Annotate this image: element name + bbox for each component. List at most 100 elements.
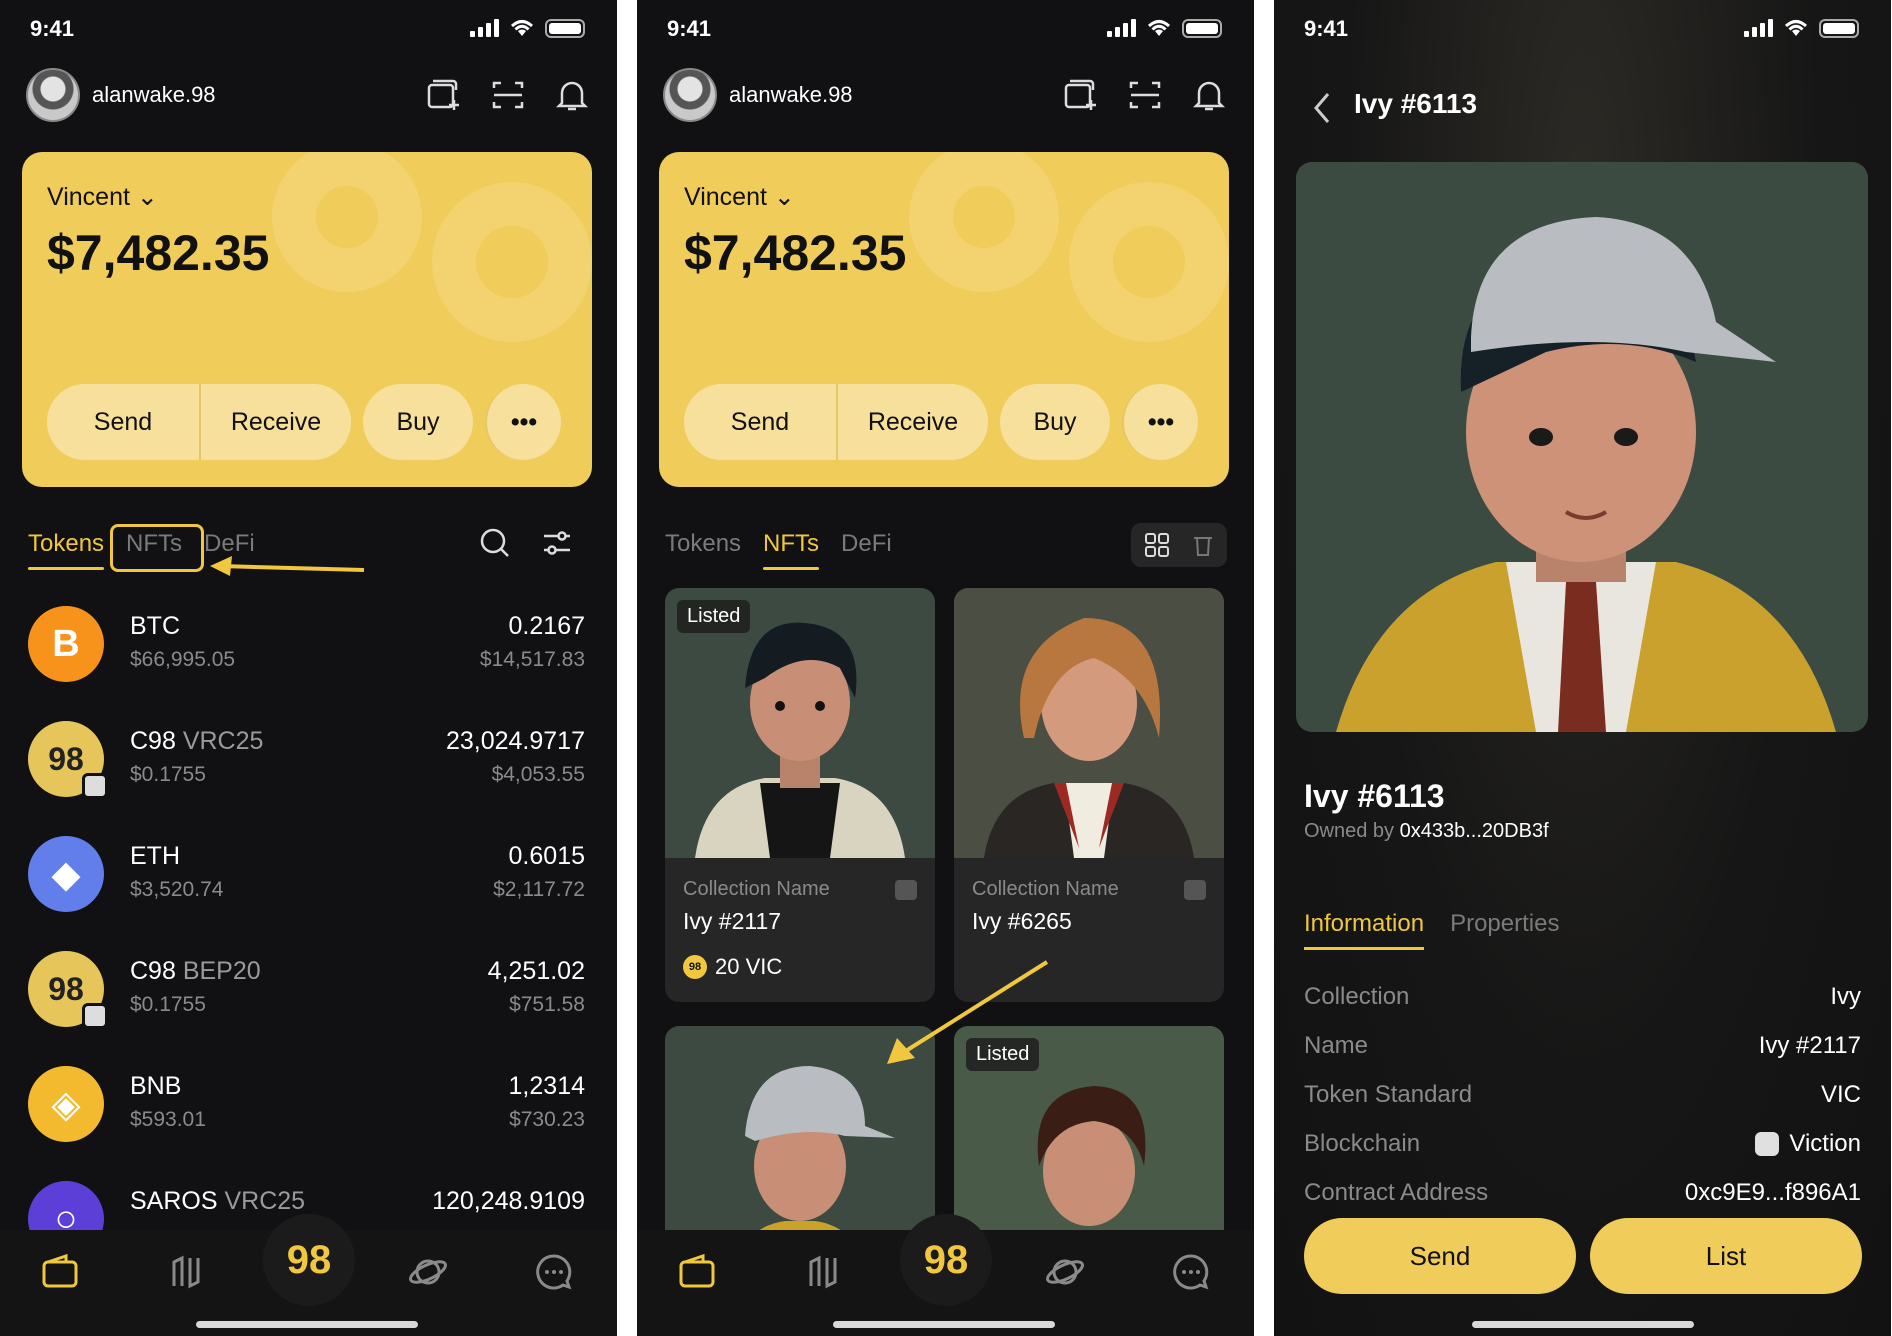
- info-row: Name Ivy #2117: [1304, 1032, 1861, 1059]
- send-button[interactable]: Send: [684, 384, 836, 460]
- tab-information[interactable]: Information: [1304, 910, 1425, 950]
- planet-icon[interactable]: [1043, 1250, 1087, 1294]
- token-row[interactable]: 98 C98 BEP20 $0.1755 4,251.02 $751.58: [26, 947, 585, 1033]
- token-value: $751.58: [509, 993, 585, 1016]
- token-price: $66,995.05: [130, 648, 236, 671]
- grid-view-icon[interactable]: [1143, 531, 1171, 559]
- bell-icon[interactable]: [1190, 76, 1228, 114]
- scan-icon[interactable]: [489, 76, 527, 114]
- battery-icon: [1182, 18, 1222, 38]
- token-price: $0.1755: [130, 763, 206, 786]
- token-amount: 1,2314: [508, 1072, 585, 1100]
- avatar[interactable]: [26, 68, 80, 122]
- token-logo-icon: ◆: [28, 836, 104, 912]
- annotation-arrow: [210, 556, 365, 576]
- home-98-icon[interactable]: 98: [900, 1214, 992, 1306]
- wallet-icon[interactable]: [38, 1250, 82, 1294]
- tab-defi[interactable]: DeFi: [841, 530, 892, 570]
- token-row[interactable]: ◈ BNB $593.01 1,2314 $730.23: [26, 1062, 585, 1148]
- avatar[interactable]: [663, 68, 717, 122]
- status-time: 9:41: [667, 16, 712, 41]
- chain-icon: [1184, 880, 1206, 900]
- planet-icon[interactable]: [406, 1250, 450, 1294]
- tab-tokens[interactable]: Tokens: [28, 530, 105, 570]
- buy-button[interactable]: Buy: [1000, 384, 1110, 460]
- wifi-icon: [510, 20, 534, 36]
- signal-icon: [1744, 19, 1773, 37]
- home-98-icon[interactable]: 98: [263, 1214, 355, 1306]
- status-bar: 9:41: [1274, 14, 1891, 44]
- token-amount: 4,251.02: [487, 957, 585, 985]
- contract-address[interactable]: 0xc9E9...f896A1: [1685, 1179, 1861, 1207]
- scan-icon[interactable]: [1126, 76, 1164, 114]
- screen-tokens: 9:41 alanwake.98 Vincent ⌄ $7,482.35 Sen…: [0, 0, 617, 1336]
- highlight-box: [110, 524, 204, 572]
- send-nft-button[interactable]: Send: [1304, 1218, 1576, 1294]
- nft-card[interactable]: Collection Name Ivy #6265: [954, 588, 1224, 1002]
- receive-button[interactable]: Receive: [836, 384, 988, 460]
- header: alanwake.98: [26, 68, 591, 122]
- filter-icon[interactable]: [540, 526, 574, 560]
- nft-card[interactable]: Listed Collection Name Ivy #2117 98 20 VI…: [665, 588, 935, 1002]
- status-bar: 9:41: [0, 14, 617, 44]
- account-selector[interactable]: Vincent ⌄: [47, 182, 158, 212]
- token-symbol: SAROS VRC25: [130, 1187, 306, 1215]
- token-price: $3,520.74: [130, 878, 224, 901]
- token-row[interactable]: ◆ ETH $3,520.74 0.6015 $2,117.72: [26, 832, 585, 918]
- nft-name: Ivy #6265: [972, 908, 1072, 934]
- more-button[interactable]: •••: [485, 384, 561, 460]
- token-amount: 23,024.9717: [445, 727, 585, 755]
- owner-address[interactable]: 0x433b...20DB3f: [1400, 820, 1549, 842]
- list-nft-button[interactable]: List: [1590, 1218, 1862, 1294]
- swap-icon[interactable]: [801, 1250, 845, 1294]
- token-amount: 0.6015: [508, 842, 585, 870]
- token-logo-icon: ◈: [28, 1066, 104, 1142]
- status-time: 9:41: [30, 16, 75, 41]
- view-toggle: [1131, 523, 1227, 567]
- owner-line: Owned by 0x433b...20DB3f: [1304, 820, 1549, 842]
- nft-name: Ivy #6113: [1304, 778, 1445, 814]
- token-row[interactable]: 98 C98 VRC25 $0.1755 23,024.9717 $4,053.55: [26, 717, 585, 803]
- balance-card: Vincent ⌄ $7,482.35 Send Receive Buy •••: [659, 152, 1229, 487]
- add-wallet-icon[interactable]: [1062, 76, 1100, 114]
- signal-icon: [1107, 19, 1136, 37]
- wifi-icon: [1147, 20, 1171, 36]
- token-amount: 0.2167: [508, 612, 585, 640]
- buy-button[interactable]: Buy: [363, 384, 473, 460]
- token-row[interactable]: B BTC $66,995.05 0.2167 $14,517.83: [26, 602, 585, 688]
- send-button[interactable]: Send: [47, 384, 199, 460]
- token-amount: 120,248.9109: [432, 1187, 585, 1215]
- token-value: $2,117.72: [493, 878, 585, 901]
- screen-nft-detail: 9:41 Ivy #6113 Ivy #6113 Owned by 0x433b…: [1274, 0, 1891, 1336]
- nft-image: [954, 588, 1224, 858]
- balance-card: Vincent ⌄ $7,482.35 Send Receive Buy •••: [22, 152, 592, 487]
- token-value: $730.23: [509, 1108, 585, 1131]
- tab-nfts[interactable]: NFTs: [763, 530, 820, 570]
- back-chevron-icon[interactable]: [1310, 90, 1334, 126]
- swap-icon[interactable]: [164, 1250, 208, 1294]
- add-wallet-icon[interactable]: [425, 76, 463, 114]
- receive-button[interactable]: Receive: [199, 384, 351, 460]
- bottom-nav: 98: [0, 1214, 617, 1336]
- total-balance: $7,482.35: [684, 225, 907, 281]
- token-price: $593.01: [130, 1108, 206, 1131]
- header: alanwake.98: [663, 68, 1228, 122]
- tab-tokens[interactable]: Tokens: [665, 530, 741, 570]
- bell-icon[interactable]: [553, 76, 591, 114]
- viction-icon: [1755, 1132, 1780, 1156]
- trash-icon[interactable]: [1189, 531, 1217, 559]
- search-icon[interactable]: [478, 526, 512, 560]
- username: alanwake.98: [729, 82, 853, 107]
- token-symbol: BTC: [130, 612, 180, 640]
- token-logo-icon: B: [28, 606, 104, 682]
- more-button[interactable]: •••: [1122, 384, 1198, 460]
- nft-collection: Collection Name: [972, 878, 1119, 900]
- chat-icon[interactable]: [532, 1250, 576, 1294]
- chat-icon[interactable]: [1169, 1250, 1213, 1294]
- annotation-arrow: [887, 960, 1049, 1064]
- tab-properties[interactable]: Properties: [1450, 910, 1559, 950]
- battery-icon: [1819, 18, 1859, 38]
- wallet-icon[interactable]: [675, 1250, 719, 1294]
- home-indicator: [196, 1321, 418, 1328]
- account-selector[interactable]: Vincent ⌄: [684, 182, 795, 212]
